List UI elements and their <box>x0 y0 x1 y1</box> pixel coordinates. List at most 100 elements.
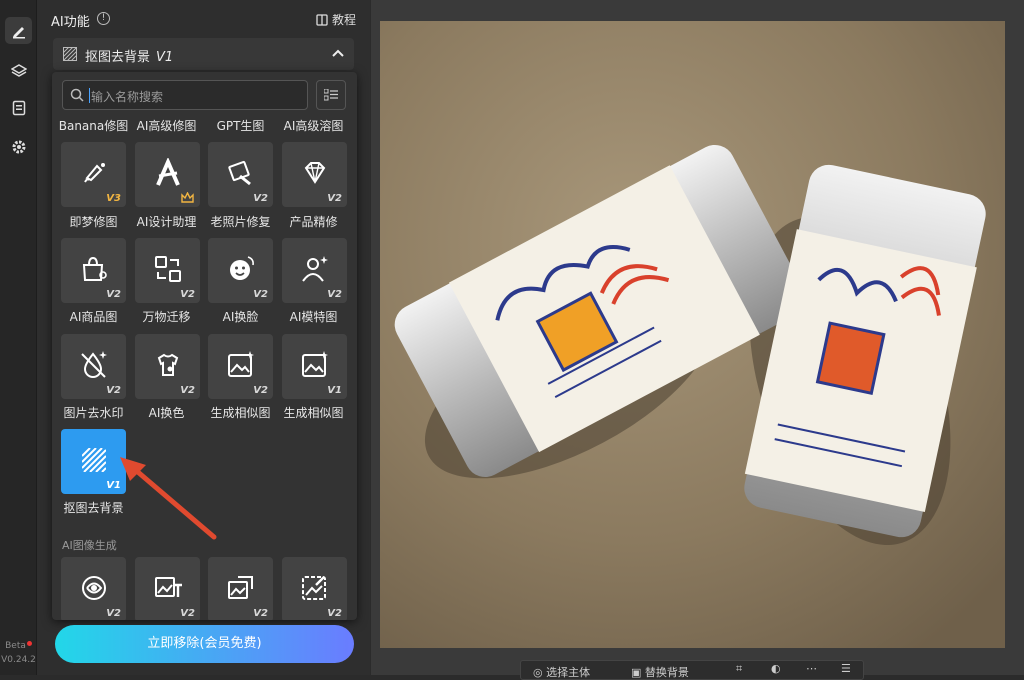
info-icon[interactable]: ! <box>97 12 110 25</box>
watermark-remove-icon <box>81 351 107 378</box>
version-label: V0.24.2 <box>1 655 36 665</box>
version-badge: V2 <box>180 608 195 619</box>
version-badge: V2 <box>253 193 268 204</box>
tool-tile-ai-model-image[interactable]: V2 <box>282 238 347 303</box>
chevron-up-icon[interactable] <box>332 49 344 57</box>
tool-tile-generate-2[interactable]: V2 <box>135 557 200 620</box>
tool-label[interactable]: 生成相似图 <box>204 404 277 421</box>
version-badge: V2 <box>180 385 195 396</box>
tutorial-button[interactable]: 教程 <box>316 11 356 28</box>
notification-dot <box>26 641 32 646</box>
section-version: V1 <box>156 50 174 65</box>
tool-label[interactable]: AI高级溶图 <box>277 117 350 134</box>
tool-label[interactable]: 老照片修复 <box>204 213 277 230</box>
tool-label[interactable]: AI模特图 <box>277 308 350 325</box>
tool-label[interactable]: GPT生图 <box>204 117 277 134</box>
section-header-cutout[interactable]: 抠图去背景 V1 <box>53 38 354 70</box>
tool-tile-generate-1[interactable]: V2 <box>61 557 126 620</box>
cutout-icon <box>63 47 77 61</box>
target-icon: ◎ <box>533 666 547 679</box>
tool-tile-similar-image-v2[interactable]: V2 <box>208 334 273 399</box>
tool-tile-product-retouch[interactable]: V2 <box>282 142 347 207</box>
tool-label[interactable]: 万物迁移 <box>130 308 203 325</box>
version-badge: V2 <box>106 608 121 619</box>
version-badge: V2 <box>253 608 268 619</box>
tool-tile-watermark-remove[interactable]: V2 <box>61 334 126 399</box>
tool-tile-generate-3[interactable]: V2 <box>208 557 273 620</box>
tool-tile-old-photo-repair[interactable]: V2 <box>208 142 273 207</box>
cutout-icon <box>82 448 106 472</box>
swirl-icon <box>82 576 106 600</box>
document-icon[interactable] <box>5 94 32 121</box>
search-placeholder: 输入名称搜索 <box>91 90 164 104</box>
panel-title: AI功能 <box>51 15 90 30</box>
settings-icon[interactable] <box>5 133 32 160</box>
tool-label[interactable]: AI设计助理 <box>130 213 203 230</box>
crop-icon[interactable]: ⌗ <box>736 662 742 676</box>
section-title: 抠图去背景 <box>85 50 151 65</box>
tool-tile-similar-image-v1[interactable]: V1 <box>282 334 347 399</box>
replace-background-label: 替换背景 <box>644 666 689 679</box>
tool-picker-popup: 输入名称搜索 Banana修图 AI高级修图 GPT生图 AI高级溶图 V3 V… <box>52 72 357 620</box>
tool-label[interactable]: AI换色 <box>130 404 203 421</box>
tool-label[interactable]: Banana修图 <box>57 117 130 134</box>
group-label: AI图像生成 <box>62 539 117 552</box>
tool-tile-ai-product-image[interactable]: V2 <box>61 238 126 303</box>
version-badge: V2 <box>327 193 342 204</box>
tool-label[interactable]: 图片去水印 <box>57 404 130 421</box>
remove-now-button[interactable]: 立即移除(会员免费) <box>55 625 354 663</box>
tool-tile-dream-retouch[interactable]: V3 <box>61 142 126 207</box>
more-icon[interactable]: ⋯ <box>806 662 817 675</box>
replace-background-button[interactable]: ▣ 替换背景 <box>631 664 689 680</box>
select-subject-label: 选择主体 <box>546 666 591 679</box>
canvas-toolbar: ◎ 选择主体 ▣ 替换背景 ⌗ ◐ ⋯ ☰ <box>520 660 864 680</box>
sliders-icon[interactable]: ☰ <box>841 662 851 675</box>
version-badge: V1 <box>327 385 342 396</box>
version-badge: V2 <box>327 289 342 300</box>
version-badge: V2 <box>106 385 121 396</box>
tool-label[interactable]: AI换脸 <box>204 308 277 325</box>
version-badge: V2 <box>253 385 268 396</box>
search-icon <box>70 88 84 102</box>
face-swap-icon <box>230 256 254 280</box>
crown-icon <box>181 192 194 203</box>
canvas-area: ◎ 选择主体 ▣ 替换背景 ⌗ ◐ ⋯ ☰ <box>371 0 1024 680</box>
model-icon <box>302 256 328 282</box>
beer-cans-photo <box>380 21 1005 648</box>
tool-tile-generate-4[interactable]: V2 <box>282 557 347 620</box>
book-icon <box>316 13 328 26</box>
image-edit-icon <box>302 576 326 600</box>
annotation-arrow <box>120 457 217 540</box>
edit-icon[interactable] <box>5 17 32 44</box>
version-badge: V2 <box>106 289 121 300</box>
tool-label[interactable]: 生成相似图 <box>277 404 350 421</box>
beta-label: Beta <box>0 641 37 651</box>
text-cursor <box>89 88 90 103</box>
list-view-button[interactable] <box>316 80 346 110</box>
select-subject-button[interactable]: ◎ 选择主体 <box>533 664 590 680</box>
version-badge: V3 <box>106 193 121 204</box>
layers-icon[interactable] <box>5 57 32 84</box>
canvas-photo[interactable] <box>380 21 1005 648</box>
recolor-icon <box>157 353 179 376</box>
tool-label[interactable]: 产品精修 <box>277 213 350 230</box>
image-icon: ▣ <box>631 666 645 679</box>
shopping-bag-icon <box>82 256 107 281</box>
tool-label[interactable]: AI商品图 <box>57 308 130 325</box>
brush-icon <box>84 163 105 183</box>
similar-image-icon <box>228 351 254 377</box>
search-input[interactable]: 输入名称搜索 <box>62 80 308 110</box>
version-badge: V2 <box>180 289 195 300</box>
tool-label[interactable]: 即梦修图 <box>57 213 130 230</box>
version-badge: V2 <box>327 608 342 619</box>
gem-icon <box>304 162 326 184</box>
tool-tile-ai-face-swap[interactable]: V2 <box>208 238 273 303</box>
tool-tile-object-transfer[interactable]: V2 <box>135 238 200 303</box>
tool-tile-ai-recolor[interactable]: V2 <box>135 334 200 399</box>
tool-label[interactable]: AI高级修图 <box>130 117 203 134</box>
version-badge: V2 <box>253 289 268 300</box>
tool-tile-ai-design-assistant[interactable] <box>135 142 200 207</box>
tool-rail: Beta V0.24.2 <box>0 0 37 675</box>
contrast-icon[interactable]: ◐ <box>771 662 781 675</box>
similar-image-icon <box>302 351 328 377</box>
